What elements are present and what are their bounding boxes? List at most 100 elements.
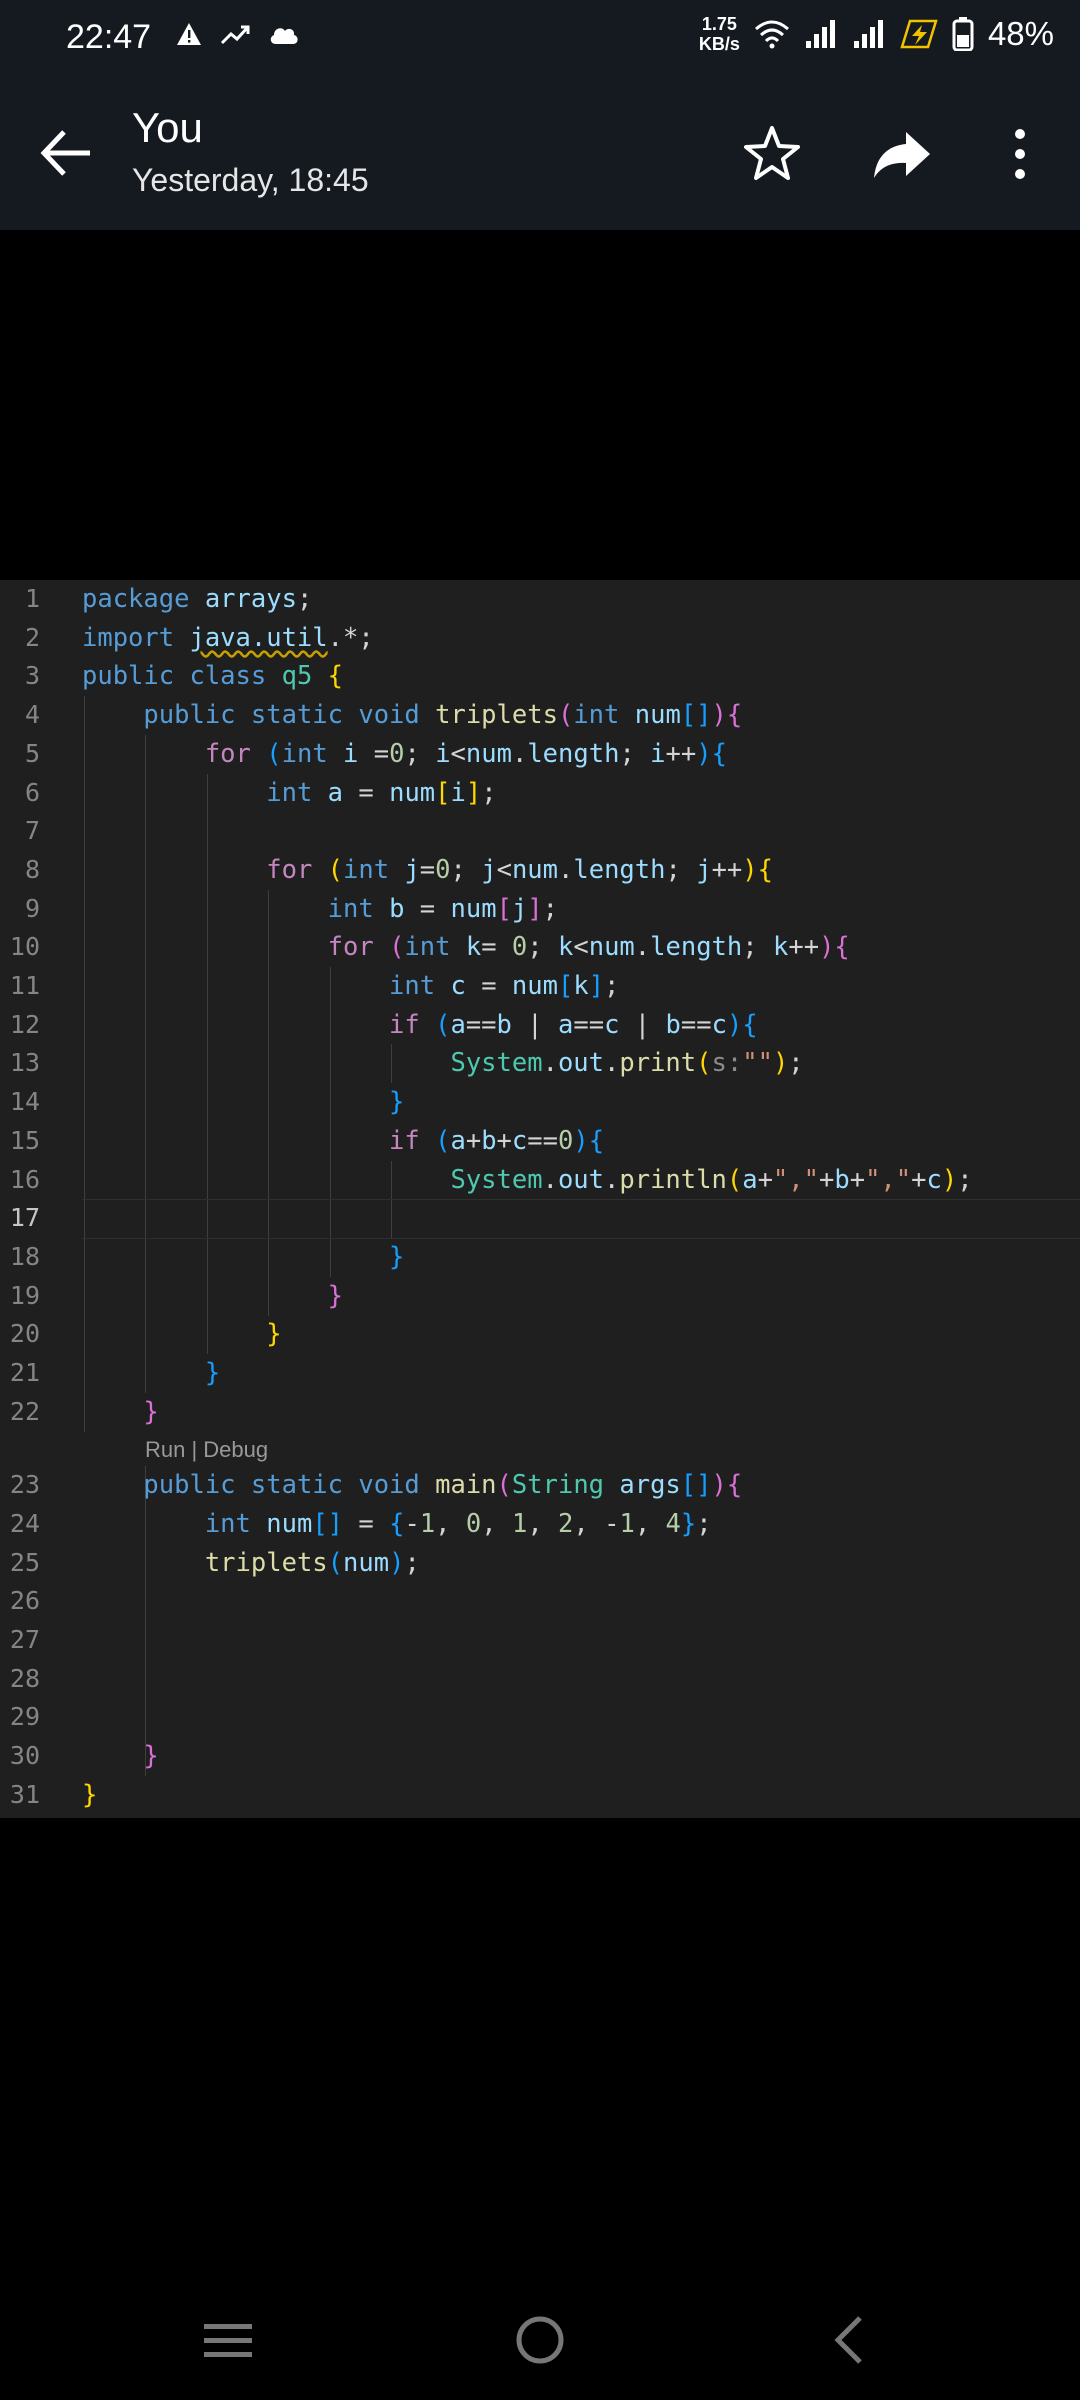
code-token: num [465, 739, 512, 769]
code-token: a [450, 1010, 466, 1040]
code-token: } [143, 1741, 159, 1771]
code-token: length [650, 932, 743, 962]
code-text: public static void triplets(int num[]){ [82, 696, 742, 734]
line-number: 18 [9, 1242, 40, 1271]
code-token: ) [711, 1470, 727, 1500]
code-token: ; [404, 1548, 420, 1578]
code-token: ) [389, 1548, 405, 1578]
code-token: 1 [419, 1509, 436, 1539]
code-token: ( [435, 1010, 451, 1040]
line-number: 21 [9, 1358, 40, 1387]
code-token: num [634, 700, 681, 730]
code-line: 29 [0, 1698, 1080, 1736]
code-token: System [450, 1048, 543, 1078]
code-token: public static void [143, 700, 436, 730]
line-number: 16 [9, 1165, 40, 1194]
code-token: < [496, 855, 512, 885]
line-number: 22 [9, 1397, 40, 1426]
code-token: { [389, 1509, 405, 1539]
code-token: = [419, 855, 436, 885]
code-text: int c = num[k]; [82, 967, 619, 1005]
code-token: = [419, 894, 451, 924]
code-text: if (a+b+c==0){ [82, 1122, 604, 1160]
code-token: , [634, 1509, 666, 1539]
code-token: , [435, 1509, 466, 1539]
code-token: out [557, 1165, 605, 1195]
line-number: 30 [9, 1741, 40, 1770]
code-token: 1 [511, 1509, 528, 1539]
code-token: ; [788, 1048, 804, 1078]
code-line: 5 for (int i =0; i<num.length; i++){ [0, 735, 1080, 773]
code-token: s: [711, 1048, 743, 1078]
code-token: ) [742, 855, 758, 885]
line-number: 11 [9, 971, 40, 1000]
code-token: c [450, 971, 482, 1001]
code-token: num [343, 1548, 390, 1578]
code-token: } [389, 1087, 405, 1117]
code-token: ) [819, 932, 835, 962]
code-token: | [634, 1010, 666, 1040]
recent-apps-icon[interactable] [196, 2308, 260, 2372]
line-number: 9 [24, 894, 40, 923]
code-token: num [266, 1509, 313, 1539]
share-forward-icon[interactable] [870, 122, 934, 186]
status-time: 22:47 [66, 18, 152, 56]
code-token: b [496, 1010, 528, 1040]
code-token: j [404, 855, 420, 885]
code-token: ( [557, 700, 574, 730]
code-token: package [82, 584, 205, 614]
code-text: } [82, 1354, 220, 1392]
code-line: 25 triplets(num); [0, 1544, 1080, 1582]
code-token: q5 [281, 661, 328, 691]
app-bar: You Yesterday, 18:45 [0, 78, 1080, 230]
cloud-icon [270, 28, 298, 44]
line-number: 28 [9, 1664, 40, 1693]
more-options-icon[interactable] [988, 122, 1052, 186]
code-token: | [527, 1010, 558, 1040]
line-number: 6 [24, 778, 40, 807]
home-icon[interactable] [508, 2308, 572, 2372]
code-token: a [742, 1165, 758, 1195]
code-token: { [588, 1126, 605, 1156]
message-timestamp: Yesterday, 18:45 [132, 162, 369, 198]
code-token: = [373, 739, 390, 769]
code-line: 3 public class q5 { [0, 657, 1080, 695]
back-nav-icon[interactable] [818, 2308, 882, 2372]
code-token: for [266, 855, 328, 885]
code-text: } [82, 1238, 404, 1276]
back-arrow-icon[interactable] [36, 122, 98, 184]
code-token: ( [266, 739, 282, 769]
code-token: = [481, 971, 512, 1001]
line-number: 17 [9, 1203, 40, 1232]
code-line: 10 for (int k= 0; k<num.length; k++){ [0, 928, 1080, 966]
trending-icon [220, 25, 250, 45]
signal-icon-sim1 [805, 20, 835, 48]
code-token: 0 [511, 932, 528, 962]
code-token: , - [573, 1509, 620, 1539]
line-number: 27 [9, 1625, 40, 1654]
star-icon[interactable] [740, 122, 804, 186]
code-token: ; [450, 855, 482, 885]
code-line: 6 int a = num[i]; [0, 774, 1080, 812]
code-token: . [634, 932, 651, 962]
code-token: ; [604, 971, 620, 1001]
code-token: ; [957, 1165, 973, 1195]
battery-icon [952, 17, 974, 51]
code-token: j [696, 855, 712, 885]
code-line: 9 int b = num[j]; [0, 890, 1080, 928]
warning-icon [177, 23, 201, 45]
code-token: i [435, 739, 451, 769]
code-text: } [82, 1393, 158, 1431]
code-token: a [450, 1126, 466, 1156]
code-token: [ [496, 894, 512, 924]
code-token: public class [82, 661, 282, 691]
code-token: 4 [665, 1509, 681, 1539]
code-token: ++ [788, 932, 820, 962]
code-token: ; [527, 932, 558, 962]
line-number: 4 [24, 700, 40, 729]
code-token: = [358, 778, 390, 808]
code-token: ( [389, 932, 405, 962]
